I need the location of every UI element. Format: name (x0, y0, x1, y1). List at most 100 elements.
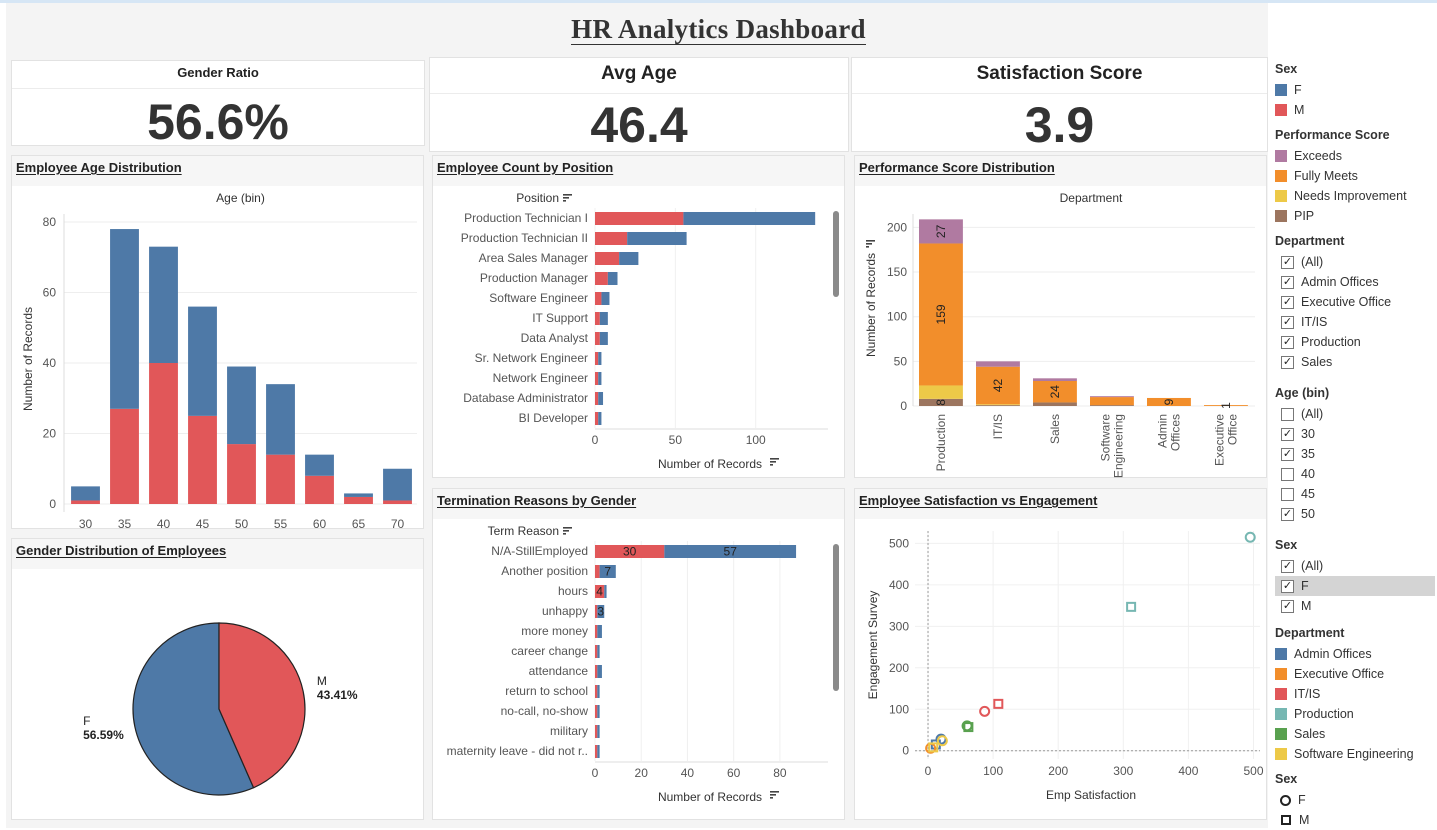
sort-icon[interactable] (563, 527, 572, 535)
filter-item-department[interactable]: ✓ Executive Office (1275, 292, 1435, 312)
checkbox-unchecked-icon[interactable] (1281, 407, 1294, 421)
bar-Exceeds[interactable] (976, 361, 1020, 367)
bar-PIP[interactable] (976, 405, 1020, 406)
legend-item-sex[interactable]: F (1275, 80, 1435, 100)
bar-M-65[interactable] (344, 496, 373, 504)
filter-item-age[interactable]: ✓ 30 (1275, 424, 1435, 444)
checkbox-checked-icon[interactable]: ✓ (1281, 447, 1294, 461)
bar-M[interactable] (595, 312, 600, 325)
bar-F-40[interactable] (149, 246, 178, 363)
bar-M[interactable] (595, 745, 598, 758)
legend-item-performance[interactable]: PIP (1275, 206, 1435, 226)
legend-item-sex-shape[interactable]: M (1275, 810, 1435, 830)
bar-M[interactable] (595, 412, 599, 425)
bar-F[interactable] (597, 645, 600, 658)
bar-F[interactable] (599, 332, 608, 345)
bar-PIP[interactable] (1090, 405, 1134, 406)
bar-F-50[interactable] (227, 366, 256, 445)
bar-F[interactable] (598, 392, 604, 405)
bar-F-70[interactable] (383, 468, 412, 501)
bar-F-60[interactable] (305, 454, 334, 476)
filter-item-age[interactable]: ✓ 50 (1275, 504, 1435, 524)
bar-M[interactable] (595, 292, 602, 305)
point-M-Production[interactable] (1126, 601, 1137, 612)
legend-item-performance[interactable]: Fully Meets (1275, 166, 1435, 186)
bar-F[interactable] (597, 685, 600, 698)
bar-Needs Improvement[interactable] (919, 385, 963, 399)
bar-M-30[interactable] (71, 500, 100, 504)
bar-F[interactable] (627, 232, 687, 245)
bar-Fully Meets[interactable] (1090, 397, 1134, 406)
bar-Exceeds[interactable] (1033, 378, 1077, 381)
bar-F[interactable] (598, 412, 602, 425)
legend-item-department[interactable]: Sales (1275, 724, 1435, 744)
bar-F[interactable] (607, 272, 618, 285)
bar-F-30[interactable] (71, 486, 100, 501)
legend-item-performance[interactable]: Exceeds (1275, 146, 1435, 166)
bar-F[interactable] (597, 665, 602, 678)
legend-item-performance[interactable]: Needs Improvement (1275, 186, 1435, 206)
checkbox-checked-icon[interactable]: ✓ (1281, 315, 1294, 329)
checkbox-checked-icon[interactable]: ✓ (1281, 295, 1294, 309)
checkbox-checked-icon[interactable]: ✓ (1281, 275, 1294, 289)
bar-Exceeds[interactable] (1090, 396, 1134, 398)
checkbox-checked-icon[interactable]: ✓ (1281, 599, 1294, 613)
filter-item-department[interactable]: ✓ (All) (1275, 252, 1435, 272)
sort-icon[interactable] (866, 240, 875, 248)
bar-F[interactable] (601, 292, 610, 305)
bar-PIP[interactable] (1033, 402, 1077, 406)
legend-item-department[interactable]: Admin Offices (1275, 644, 1435, 664)
bar-M[interactable] (595, 372, 599, 385)
sort-icon[interactable] (770, 791, 779, 799)
legend-item-department[interactable]: Executive Office (1275, 664, 1435, 684)
bar-F-35[interactable] (110, 229, 139, 409)
bar-M[interactable] (595, 232, 628, 245)
bar-F[interactable] (599, 312, 608, 325)
bar-F[interactable] (597, 625, 602, 638)
checkbox-checked-icon[interactable]: ✓ (1281, 355, 1294, 369)
bar-F[interactable] (597, 705, 600, 718)
bar-M[interactable] (595, 645, 598, 658)
filter-item-sex[interactable]: ✓ (All) (1275, 556, 1435, 576)
filter-item-age[interactable]: (All) (1275, 404, 1435, 424)
legend-item-sex-shape[interactable]: F (1275, 790, 1435, 810)
bar-M[interactable] (595, 272, 608, 285)
filter-item-department[interactable]: ✓ Admin Offices (1275, 272, 1435, 292)
bar-M[interactable] (595, 665, 598, 678)
bar-M-55[interactable] (266, 454, 295, 504)
sort-icon[interactable] (563, 194, 572, 202)
bar-M-60[interactable] (305, 475, 334, 504)
filter-item-department[interactable]: ✓ IT/IS (1275, 312, 1435, 332)
filter-item-sex[interactable]: ✓ F (1275, 576, 1435, 596)
filter-item-sex[interactable]: ✓ M (1275, 596, 1435, 616)
bar-M-35[interactable] (110, 408, 139, 504)
checkbox-unchecked-icon[interactable] (1281, 467, 1294, 481)
bar-M-45[interactable] (188, 415, 217, 504)
bar-F[interactable] (597, 745, 600, 758)
bar-M[interactable] (595, 685, 598, 698)
bar-M[interactable] (595, 705, 598, 718)
legend-item-department[interactable]: IT/IS (1275, 684, 1435, 704)
checkbox-checked-icon[interactable]: ✓ (1281, 507, 1294, 521)
checkbox-checked-icon[interactable]: ✓ (1281, 559, 1294, 573)
filter-item-department[interactable]: ✓ Sales (1275, 352, 1435, 372)
filter-item-age[interactable]: 45 (1275, 484, 1435, 504)
checkbox-unchecked-icon[interactable] (1281, 487, 1294, 501)
bar-Needs Improvement[interactable] (976, 404, 1020, 406)
bar-M-70[interactable] (383, 500, 412, 504)
bar-M-50[interactable] (227, 444, 256, 504)
filter-item-age[interactable]: 40 (1275, 464, 1435, 484)
legend-item-department[interactable]: Production (1275, 704, 1435, 724)
point-F-IT/IS[interactable] (979, 705, 991, 717)
bar-F-55[interactable] (266, 384, 295, 455)
termination-scrollbar[interactable] (833, 544, 839, 691)
bar-M[interactable] (595, 352, 599, 365)
bar-F[interactable] (598, 372, 602, 385)
sort-icon[interactable] (770, 458, 779, 466)
filter-item-age[interactable]: ✓ 35 (1275, 444, 1435, 464)
bar-M[interactable] (595, 392, 599, 405)
bar-F-45[interactable] (188, 306, 217, 416)
bar-F-65[interactable] (344, 493, 373, 497)
bar-F[interactable] (619, 252, 639, 265)
checkbox-checked-icon[interactable]: ✓ (1281, 579, 1294, 593)
